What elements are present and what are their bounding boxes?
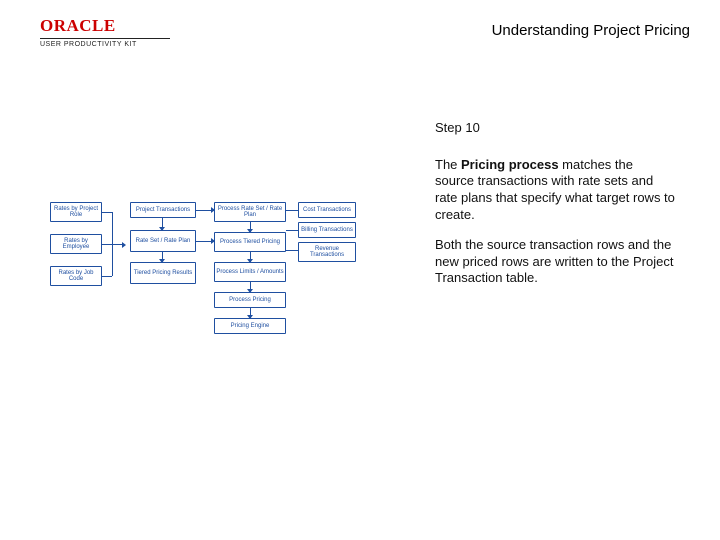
brand-subtitle: USER PRODUCTIVITY KIT bbox=[40, 41, 170, 48]
brand-block: ORACLE USER PRODUCTIVITY KIT bbox=[40, 16, 170, 48]
node-revenue-transactions: Revenue Transactions bbox=[298, 242, 356, 262]
node-process-tiered: Process Tiered Pricing bbox=[214, 232, 286, 252]
brand-divider bbox=[40, 38, 170, 39]
paragraph-1: The Pricing process matches the source t… bbox=[435, 157, 675, 224]
page-title: Understanding Project Pricing bbox=[492, 22, 690, 39]
node-cost-transactions: Cost Transactions bbox=[298, 202, 356, 218]
node-rates-by-employee: Rates by Employee bbox=[50, 234, 102, 254]
node-project-transactions: Project Transactions bbox=[130, 202, 196, 218]
node-tiered-results: Tiered Pricing Results bbox=[130, 262, 196, 284]
step-label: Step 10 bbox=[435, 120, 675, 137]
header: ORACLE USER PRODUCTIVITY KIT Understandi… bbox=[0, 14, 720, 60]
node-process-pricing: Process Pricing bbox=[214, 292, 286, 308]
text-column: Step 10 The Pricing process matches the … bbox=[435, 120, 675, 301]
flow-diagram: Rates by Project Role Rates by Employee … bbox=[50, 200, 350, 370]
brand-logo: ORACLE bbox=[40, 16, 170, 36]
paragraph-2: Both the source transaction rows and the… bbox=[435, 237, 675, 287]
bracket-connector bbox=[102, 212, 124, 276]
slide-page: ORACLE USER PRODUCTIVITY KIT Understandi… bbox=[0, 0, 720, 540]
node-billing-transactions: Billing Transactions bbox=[298, 222, 356, 238]
node-rates-by-role: Rates by Project Role bbox=[50, 202, 102, 222]
p1-lead: The bbox=[435, 157, 461, 172]
node-process-limits: Process Limits / Amounts bbox=[214, 262, 286, 282]
node-rate-set-plan: Rate Set / Rate Plan bbox=[130, 230, 196, 252]
node-pricing-engine: Pricing Engine bbox=[214, 318, 286, 334]
node-rates-by-jobcode: Rates by Job Code bbox=[50, 266, 102, 286]
node-process-rate-plan: Process Rate Set / Rate Plan bbox=[214, 202, 286, 222]
p1-strong: Pricing process bbox=[461, 157, 559, 172]
